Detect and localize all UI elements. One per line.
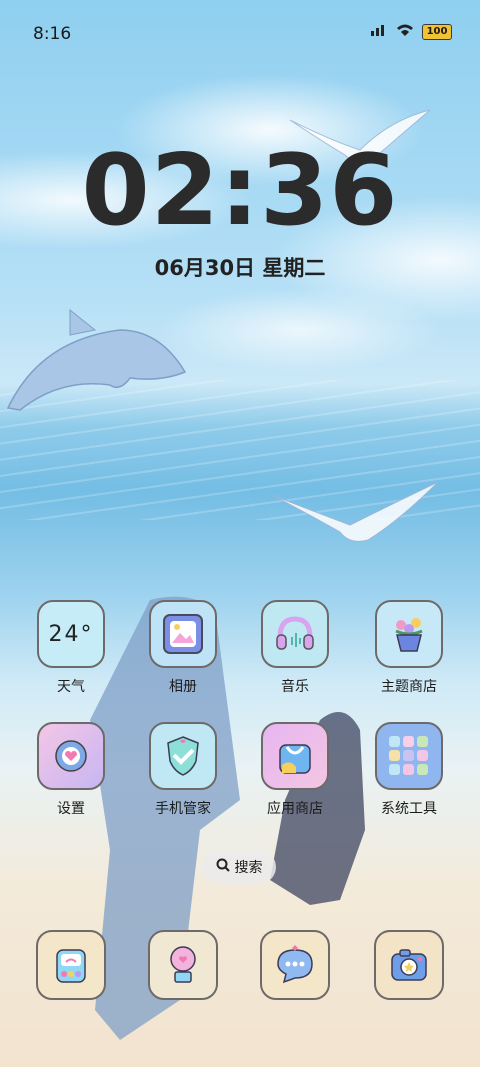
- camera-icon: [374, 930, 444, 1000]
- flower-pot-icon: [375, 600, 443, 668]
- photo-album-icon: [149, 600, 217, 668]
- app-label: 主题商店: [381, 679, 437, 695]
- app-theme-store[interactable]: 主题商店: [364, 600, 454, 696]
- app-phone-manager[interactable]: 手机管家: [138, 722, 228, 818]
- signal-icon: [370, 22, 388, 41]
- status-icons: 100: [370, 22, 452, 41]
- dock-messages[interactable]: [250, 930, 340, 1000]
- app-label: 相册: [169, 679, 197, 695]
- shopping-bag-icon: [261, 722, 329, 790]
- status-bar: 8:16 100: [0, 0, 480, 64]
- weather-icon: 24°: [37, 600, 105, 668]
- app-app-store[interactable]: 应用商店: [250, 722, 340, 818]
- headphones-icon: [261, 600, 329, 668]
- status-time: 8:16: [33, 24, 72, 44]
- app-settings[interactable]: 设置: [26, 722, 116, 818]
- shield-icon: [149, 722, 217, 790]
- search-label: 搜索: [234, 860, 263, 876]
- lockscreen-clock: 02:36: [81, 134, 399, 248]
- dock-camera[interactable]: [364, 930, 454, 1000]
- dock-phone[interactable]: [26, 930, 116, 1000]
- chat-bubble-icon: [260, 930, 330, 1000]
- app-gallery[interactable]: 相册: [138, 600, 228, 696]
- search-button[interactable]: 搜索: [202, 850, 276, 884]
- app-label: 手机管家: [155, 801, 211, 817]
- app-label: 设置: [57, 801, 85, 817]
- search-icon: [216, 858, 230, 876]
- app-music[interactable]: 音乐: [250, 600, 340, 696]
- app-grid-icon: [375, 722, 443, 790]
- lockscreen-date: 06月30日 星期二: [154, 256, 326, 280]
- app-system-tools[interactable]: 系统工具: [364, 722, 454, 818]
- battery-icon: 100: [422, 23, 452, 40]
- hot-air-balloon-icon: [148, 930, 218, 1000]
- dock-balloon-app[interactable]: [138, 930, 228, 1000]
- app-label: 应用商店: [267, 801, 323, 817]
- weather-temp: 24°: [48, 621, 94, 647]
- wifi-icon: [396, 22, 414, 41]
- phone-icon: [36, 930, 106, 1000]
- app-weather[interactable]: 24° 天气: [26, 600, 116, 696]
- app-label: 音乐: [281, 679, 309, 695]
- app-label: 天气: [57, 679, 85, 695]
- app-label: 系统工具: [381, 801, 437, 817]
- gear-heart-icon: [37, 722, 105, 790]
